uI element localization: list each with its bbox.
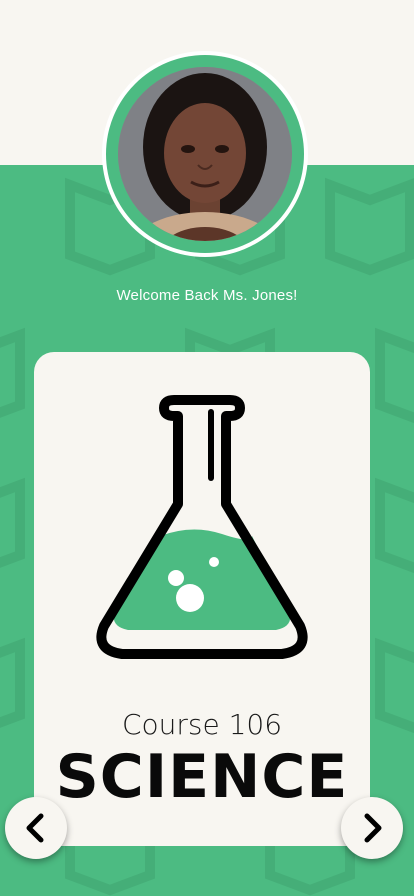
previous-course-button[interactable]	[5, 797, 67, 859]
portrait-image	[118, 67, 292, 241]
course-subject: SCIENCE	[55, 742, 349, 812]
next-course-button[interactable]	[341, 797, 403, 859]
course-number: Course 106	[121, 708, 283, 741]
course-card[interactable]: Course 106 SCIENCE	[34, 352, 370, 846]
chevron-left-icon	[26, 813, 44, 843]
chevron-right-icon	[364, 813, 382, 843]
profile-avatar[interactable]	[102, 51, 308, 257]
avatar-border	[106, 55, 304, 253]
welcome-message: Welcome Back Ms. Jones!	[116, 287, 298, 304]
avatar-photo	[118, 67, 292, 241]
flask-icon	[96, 395, 308, 659]
